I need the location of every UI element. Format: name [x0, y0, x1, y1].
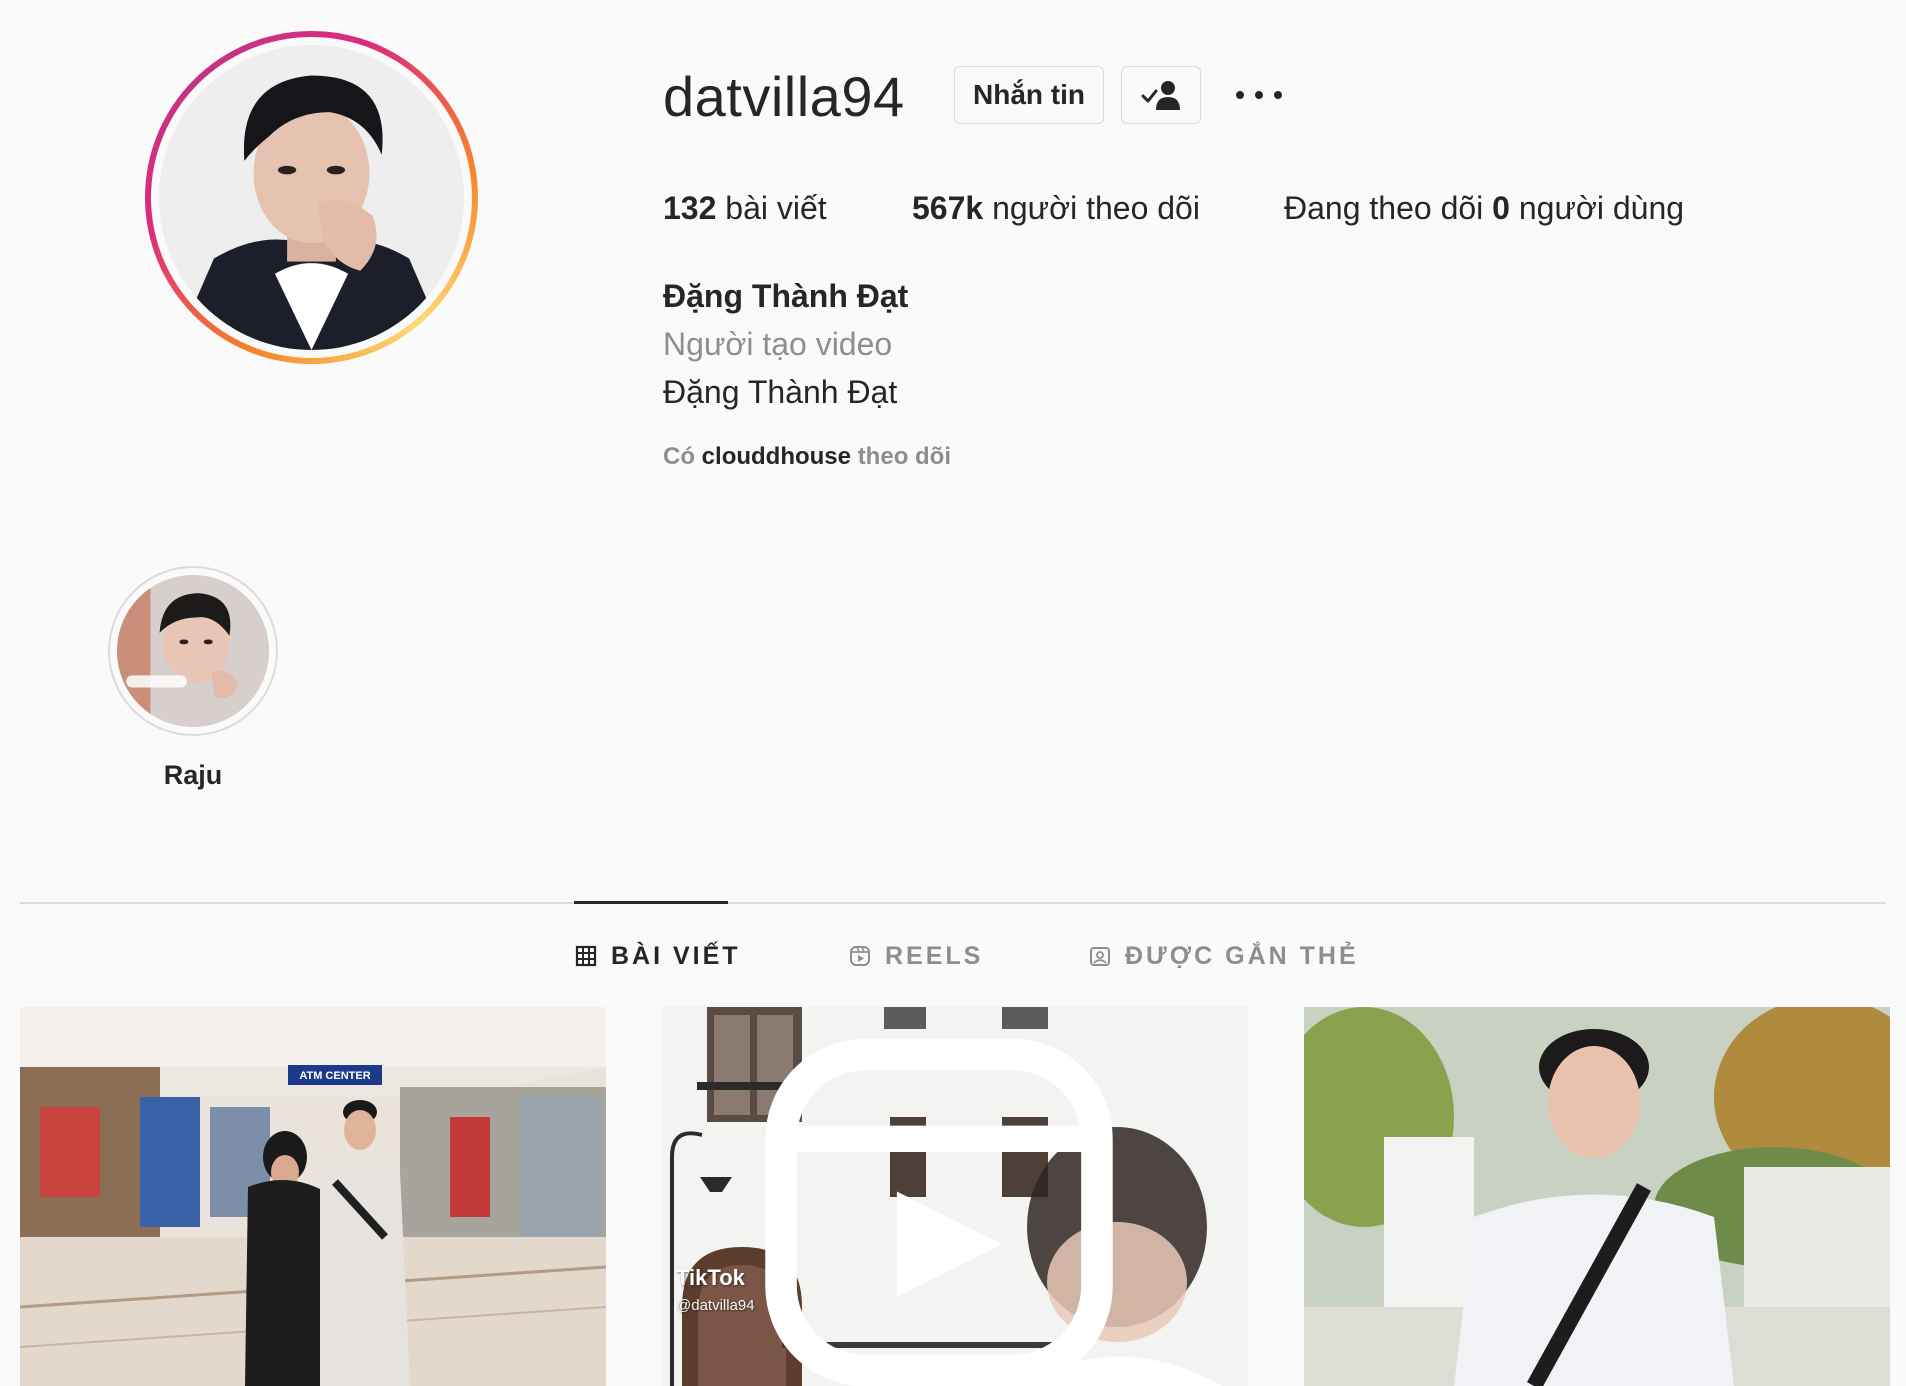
tiktok-watermark-user: @datvilla94: [676, 1297, 755, 1314]
reels-icon: [850, 946, 870, 966]
tab-posts[interactable]: BÀI VIẾT: [575, 940, 741, 972]
reel-badge-icon: [765, 1038, 1113, 1386]
atm-sign-text: ATM CENTER: [299, 1070, 370, 1082]
following-button[interactable]: [1121, 66, 1201, 124]
tabs-divider: [20, 902, 1886, 904]
followed-by[interactable]: Có clouddhouse theo dõi: [663, 442, 951, 472]
more-options-icon[interactable]: [1236, 78, 1282, 112]
story-highlight[interactable]: [108, 566, 278, 736]
following-link[interactable]: Đang theo dõi 0 người dùng: [1284, 186, 1684, 230]
post-image-portrait: [1304, 1007, 1890, 1386]
tagged-icon: [1090, 947, 1110, 966]
post-thumbnail[interactable]: TikTok @datvilla94: [662, 1007, 1248, 1386]
post-thumbnail[interactable]: [1304, 1007, 1890, 1386]
profile-username: datvilla94: [663, 65, 905, 128]
avatar-photo: [159, 45, 464, 350]
message-button[interactable]: Nhắn tin: [954, 66, 1104, 124]
profile-category: Người tạo video: [663, 326, 893, 362]
profile-bio: Đặng Thành Đạt: [663, 374, 898, 410]
post-image-mall: ATM CENTER: [20, 1007, 606, 1386]
profile-avatar[interactable]: [145, 31, 478, 364]
tab-reels[interactable]: REELS: [849, 940, 983, 972]
post-thumbnail[interactable]: ATM CENTER: [20, 1007, 606, 1386]
tab-tagged[interactable]: ĐƯỢC GẮN THẺ: [1089, 940, 1359, 972]
following-check-user-icon: [1141, 81, 1180, 110]
tiktok-watermark: TikTok: [676, 1265, 745, 1290]
active-tab-indicator: [574, 901, 728, 904]
profile-full-name: Đặng Thành Đạt: [663, 278, 909, 314]
posts-count: 132 bài viết: [663, 190, 827, 226]
followers-link[interactable]: 567k người theo dõi: [912, 186, 1200, 230]
followed-by-username[interactable]: clouddhouse: [702, 443, 851, 470]
highlight-cover: [117, 575, 269, 727]
grid-icon: [575, 945, 597, 967]
highlight-label: Raju: [163, 760, 223, 790]
